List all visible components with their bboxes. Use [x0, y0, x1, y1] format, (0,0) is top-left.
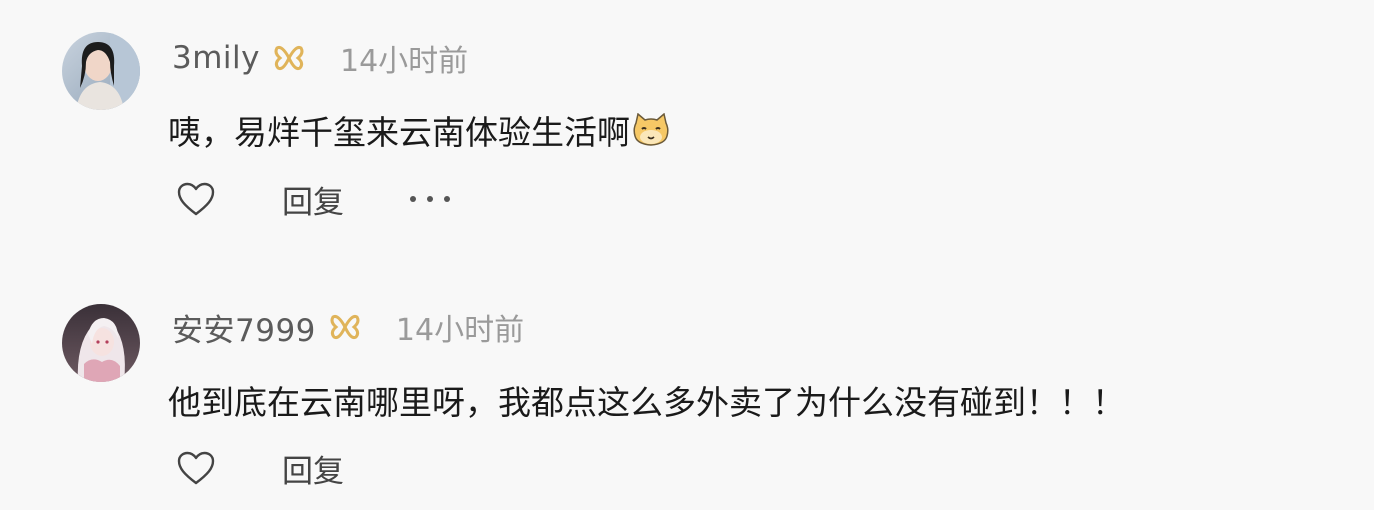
avatar[interactable] [62, 32, 140, 110]
username[interactable]: 安安7999 [172, 305, 316, 350]
comment-text: 他到底在云南哪里呀，我都点这么多外卖了为什么没有碰到！！！ [168, 383, 1125, 422]
username[interactable]: 3mily [172, 40, 260, 76]
comment-text-row: 他到底在云南哪里呀，我都点这么多外卖了为什么没有碰到！！！ [168, 376, 1125, 424]
more-options-icon[interactable] [410, 193, 450, 205]
comment-actions: 回复 [176, 177, 450, 222]
avatar[interactable] [62, 304, 140, 382]
comment-text-row: 咦，易烊千玺来云南体验生活啊 [168, 106, 670, 154]
timestamp: 14小时前 [340, 44, 469, 79]
cat-face-icon [632, 112, 670, 147]
reply-button[interactable]: 回复 [282, 177, 344, 222]
comment-header: 安安7999 14小时前 [172, 305, 524, 349]
comment-header: 3mily 14小时前 [172, 36, 468, 80]
like-heart-icon[interactable] [176, 450, 216, 486]
comment-actions: 回复 [176, 446, 344, 491]
comment-list: 3mily 14小时前 咦，易烊千玺来云南体验生活啊 回复 安安7999 14小… [0, 0, 1374, 510]
like-heart-icon[interactable] [176, 181, 216, 217]
comment-text: 咦，易烊千玺来云南体验生活啊 [168, 113, 630, 152]
comment-item: 3mily 14小时前 咦，易烊千玺来云南体验生活啊 回复 [0, 0, 1374, 255]
butterfly-badge-icon [274, 45, 304, 71]
reply-button[interactable]: 回复 [282, 446, 344, 491]
timestamp: 14小时前 [395, 313, 525, 348]
butterfly-badge-icon [330, 314, 360, 340]
comment-item: 安安7999 14小时前 他到底在云南哪里呀，我都点这么多外卖了为什么没有碰到！… [0, 268, 1374, 510]
